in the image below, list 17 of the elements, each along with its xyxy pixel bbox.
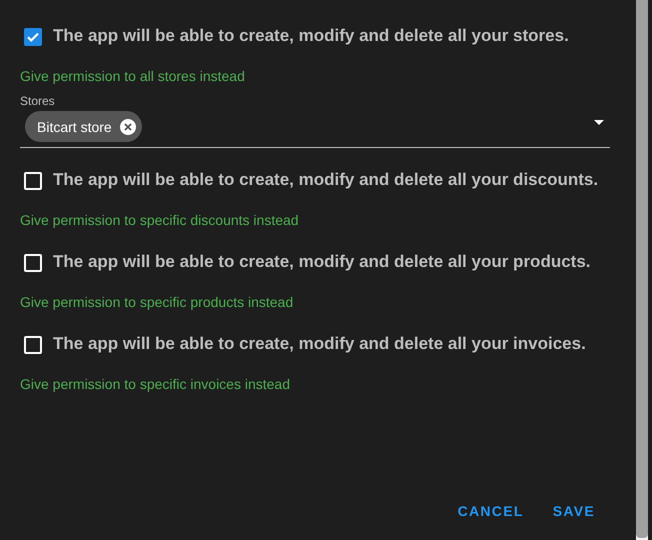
dropdown-caret-icon <box>594 120 604 125</box>
store-chip[interactable]: Bitcart store <box>25 111 142 142</box>
permission-link[interactable]: Give permission to specific invoices instead <box>20 376 290 392</box>
permission-link[interactable]: Give permission to specific products instead <box>20 294 294 310</box>
permission-label: The app will be able to create, modify and delete all your discounts. <box>53 170 600 190</box>
permission-label: The app will be able to create, modify and delete all your products. <box>53 252 592 272</box>
permission-link[interactable]: Give permission to all stores instead <box>20 68 245 84</box>
scrollbar-thumb[interactable] <box>636 0 648 538</box>
stores-select[interactable]: Stores Bitcart store <box>20 92 610 148</box>
permission-label: The app will be able to create, modify and delete all your invoices. <box>53 334 587 354</box>
dialog-button[interactable]: CANCEL <box>458 503 524 519</box>
checkbox[interactable] <box>24 28 42 46</box>
permission-link[interactable]: Give permission to specific discounts instead <box>20 212 299 228</box>
permission-label: The app will be able to create, modify and delete all your stores. <box>53 26 570 46</box>
select-label: Stores <box>20 94 55 108</box>
dialog-button[interactable]: SAVE <box>552 503 595 519</box>
close-icon[interactable] <box>120 118 136 134</box>
